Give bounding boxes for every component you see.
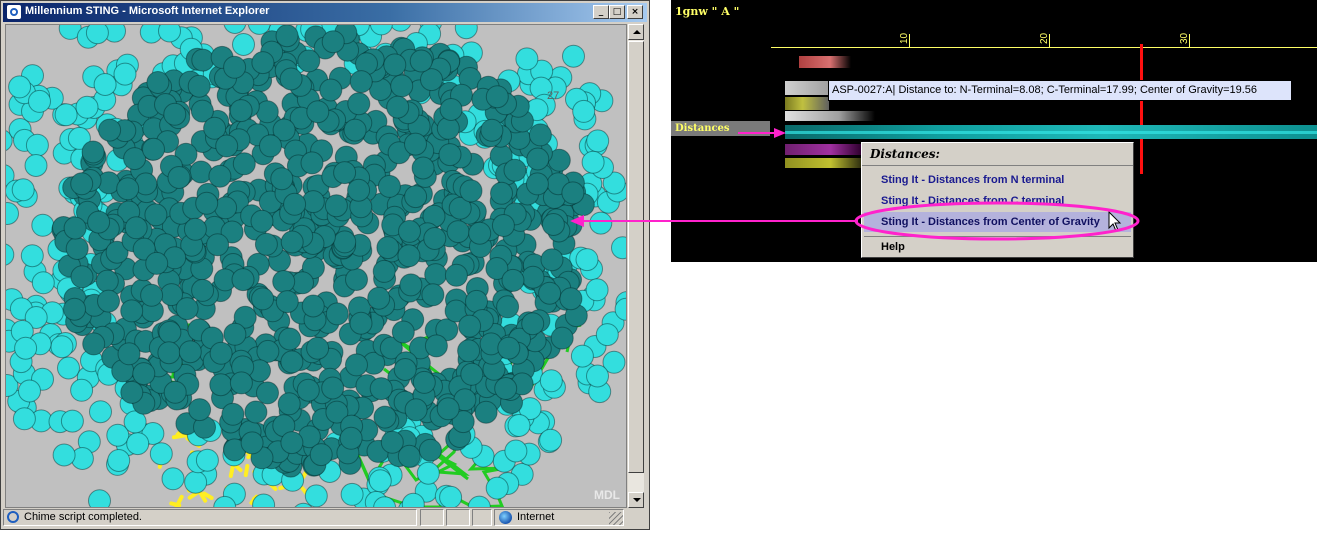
globe-icon <box>499 511 512 524</box>
menu-item-distances-c-terminal[interactable]: Sting It - Distances from C terminal <box>864 191 1131 211</box>
property-track[interactable] <box>785 97 829 110</box>
resize-grip-icon[interactable] <box>609 512 623 525</box>
property-track[interactable] <box>785 111 875 121</box>
page-done-icon <box>7 511 19 523</box>
title-bar[interactable]: Millennium STING - Microsoft Internet Ex… <box>3 3 647 22</box>
residue-label: 27 <box>547 90 560 102</box>
sting-sequence-panel: 1gnw " A " 10 20 30 ASP-0027:A| Distance… <box>671 0 1317 262</box>
security-zone-cell[interactable]: Internet <box>494 509 624 526</box>
scroll-up-button[interactable] <box>628 24 644 40</box>
property-track[interactable] <box>785 144 861 155</box>
property-track[interactable] <box>785 81 829 95</box>
window-title: Millennium STING - Microsoft Internet Ex… <box>25 5 270 17</box>
security-zone-label: Internet <box>517 511 555 523</box>
chain-title: 1gnw " A " <box>675 5 740 18</box>
distances-track-label[interactable]: Distances <box>671 121 770 136</box>
property-track[interactable] <box>799 56 851 68</box>
protein-spacefill-render[interactable] <box>6 25 626 507</box>
menu-item-distances-center-of-gravity[interactable]: Sting It - Distances from Center of Grav… <box>864 212 1131 232</box>
mouse-pointer-icon <box>1108 211 1122 232</box>
status-progress-cell <box>420 509 444 526</box>
menu-header: Distances: <box>862 143 1133 166</box>
axis-tick-label: 30 <box>1179 32 1190 44</box>
minimize-button[interactable]: _ <box>593 5 609 19</box>
ie-window: Millennium STING - Microsoft Internet Ex… <box>0 0 650 530</box>
distances-track-bar[interactable] <box>785 125 1317 139</box>
distances-context-menu: Distances: Sting It - Distances from N t… <box>861 142 1134 258</box>
ie-app-icon[interactable] <box>7 5 21 19</box>
status-lock-cell <box>446 509 470 526</box>
scroll-down-button[interactable] <box>628 492 644 508</box>
sequence-axis <box>771 47 1317 48</box>
close-button[interactable]: × <box>627 5 643 19</box>
vertical-scrollbar[interactable] <box>627 24 644 508</box>
property-track[interactable] <box>785 158 861 168</box>
axis-tick-label: 20 <box>1039 32 1050 44</box>
chime-molecule-viewer[interactable]: 27 MDL <box>5 24 627 508</box>
menu-item-distances-n-terminal[interactable]: Sting It - Distances from N terminal <box>864 170 1131 190</box>
maximize-button[interactable]: □ <box>609 5 625 19</box>
residue-distance-tooltip: ASP-0027:A| Distance to: N-Terminal=8.08… <box>828 80 1292 101</box>
status-message-cell: Chime script completed. <box>3 509 417 526</box>
status-message: Chime script completed. <box>24 511 142 523</box>
status-bar: Chime script completed. Internet <box>3 509 647 527</box>
axis-tick-label: 10 <box>899 32 910 44</box>
scroll-thumb[interactable] <box>628 41 644 473</box>
selected-residue-marker <box>1140 44 1143 174</box>
mdl-watermark: MDL <box>594 488 620 502</box>
status-blank-cell <box>472 509 492 526</box>
menu-item-help[interactable]: Help <box>864 237 1131 257</box>
